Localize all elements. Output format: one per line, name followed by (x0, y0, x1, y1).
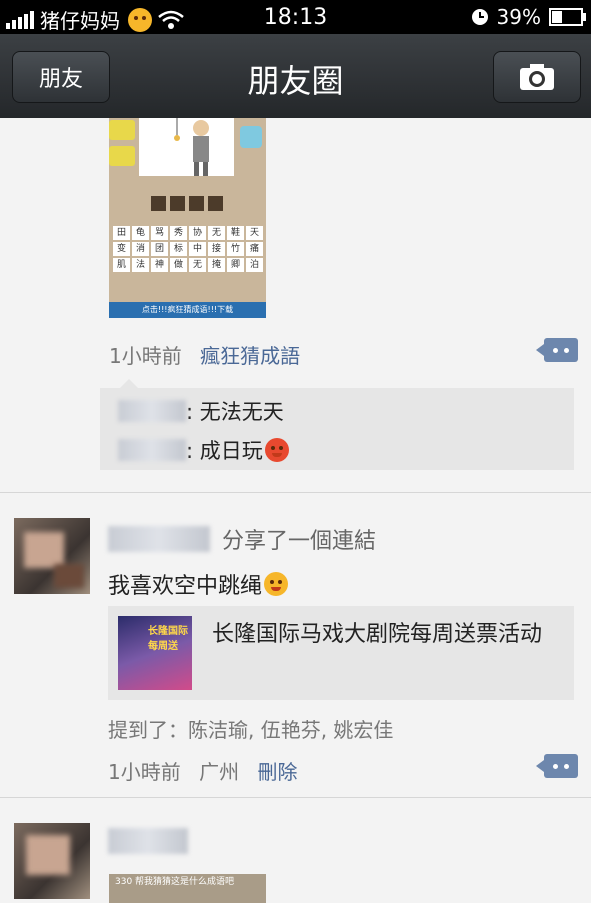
redacted-username[interactable] (108, 828, 188, 854)
nav-bar: 朋友 朋友圈 (0, 34, 591, 119)
location-text: 广州 (199, 760, 240, 784)
app-source-link[interactable]: 瘋狂猜成語 (200, 344, 300, 368)
mentions-text: 提到了：陈洁瑜, 伍艳芬, 姚宏佳 (108, 718, 394, 742)
share-action-text: 分享了一個連結 (222, 529, 377, 554)
post-divider (0, 492, 591, 493)
angry-face-icon (264, 438, 289, 462)
puzzle-picture (139, 118, 234, 176)
shared-link-card[interactable]: 长隆国际 每周送 长隆国际马戏大剧院每周送票活动 (108, 606, 574, 700)
comment-box: : 无法无天 : 成日玩 (100, 379, 574, 470)
comment-text: : 成日玩 (186, 439, 263, 463)
shared-image-game[interactable]: 田龟骂秀协无鞋天 变消团标中接竹痛 肌法神做无掩卿泊 点击!!!疯狂猜成语!!!… (109, 118, 266, 318)
battery-percent: 39% (496, 5, 541, 29)
comment-button[interactable] (536, 338, 578, 362)
comment-row[interactable]: : 无法无天 (118, 396, 284, 426)
avatar[interactable] (14, 823, 90, 899)
image-footer-banner: 点击!!!疯狂猜成语!!!下载 (109, 302, 266, 318)
status-bar: 猪仔妈妈 18:13 39% (0, 0, 591, 34)
hint-bulb-icon (109, 120, 135, 140)
avatar[interactable] (14, 518, 90, 594)
redacted-username (118, 400, 186, 422)
post-divider (0, 797, 591, 798)
link-thumbnail: 长隆国际 每周送 (118, 616, 192, 690)
share-icon (240, 126, 262, 148)
comment-text: : 无法无天 (186, 400, 284, 424)
character-grid: 田龟骂秀协无鞋天 变消团标中接竹痛 肌法神做无掩卿泊 (113, 226, 263, 272)
post-text: 我喜欢空中跳绳 (108, 574, 263, 599)
link-title: 长隆国际马戏大剧院每周送票活动 (212, 622, 543, 647)
post-time: 1小時前 (108, 760, 181, 784)
comment-button[interactable] (536, 754, 578, 778)
wink-tongue-emoji-icon (264, 572, 289, 596)
post-header: 分享了一個連結 (108, 523, 376, 555)
battery-icon (549, 8, 586, 26)
hint-bulb-icon (109, 146, 135, 166)
moments-feed[interactable]: 田龟骂秀协无鞋天 变消团标中接竹痛 肌法神做无掩卿泊 点击!!!疯狂猜成语!!!… (0, 118, 591, 903)
post-meta: 1小時前 广州 刪除 (108, 756, 297, 785)
answer-slots (151, 196, 223, 211)
lock-rotation-icon (471, 9, 488, 25)
delete-button[interactable]: 刪除 (257, 760, 297, 784)
camera-icon (520, 64, 554, 90)
redacted-username (118, 439, 186, 461)
shared-image-puzzle[interactable]: 330 帮我猜猜这是什么成语吧 (109, 874, 266, 903)
post-meta: 1小時前 瘋狂猜成語 (109, 340, 300, 369)
redacted-username[interactable] (108, 526, 210, 552)
post-text-row: 我喜欢空中跳绳 (108, 568, 289, 600)
comment-row[interactable]: : 成日玩 (118, 435, 289, 465)
camera-button[interactable] (493, 51, 581, 103)
post-time: 1小時前 (109, 344, 182, 368)
